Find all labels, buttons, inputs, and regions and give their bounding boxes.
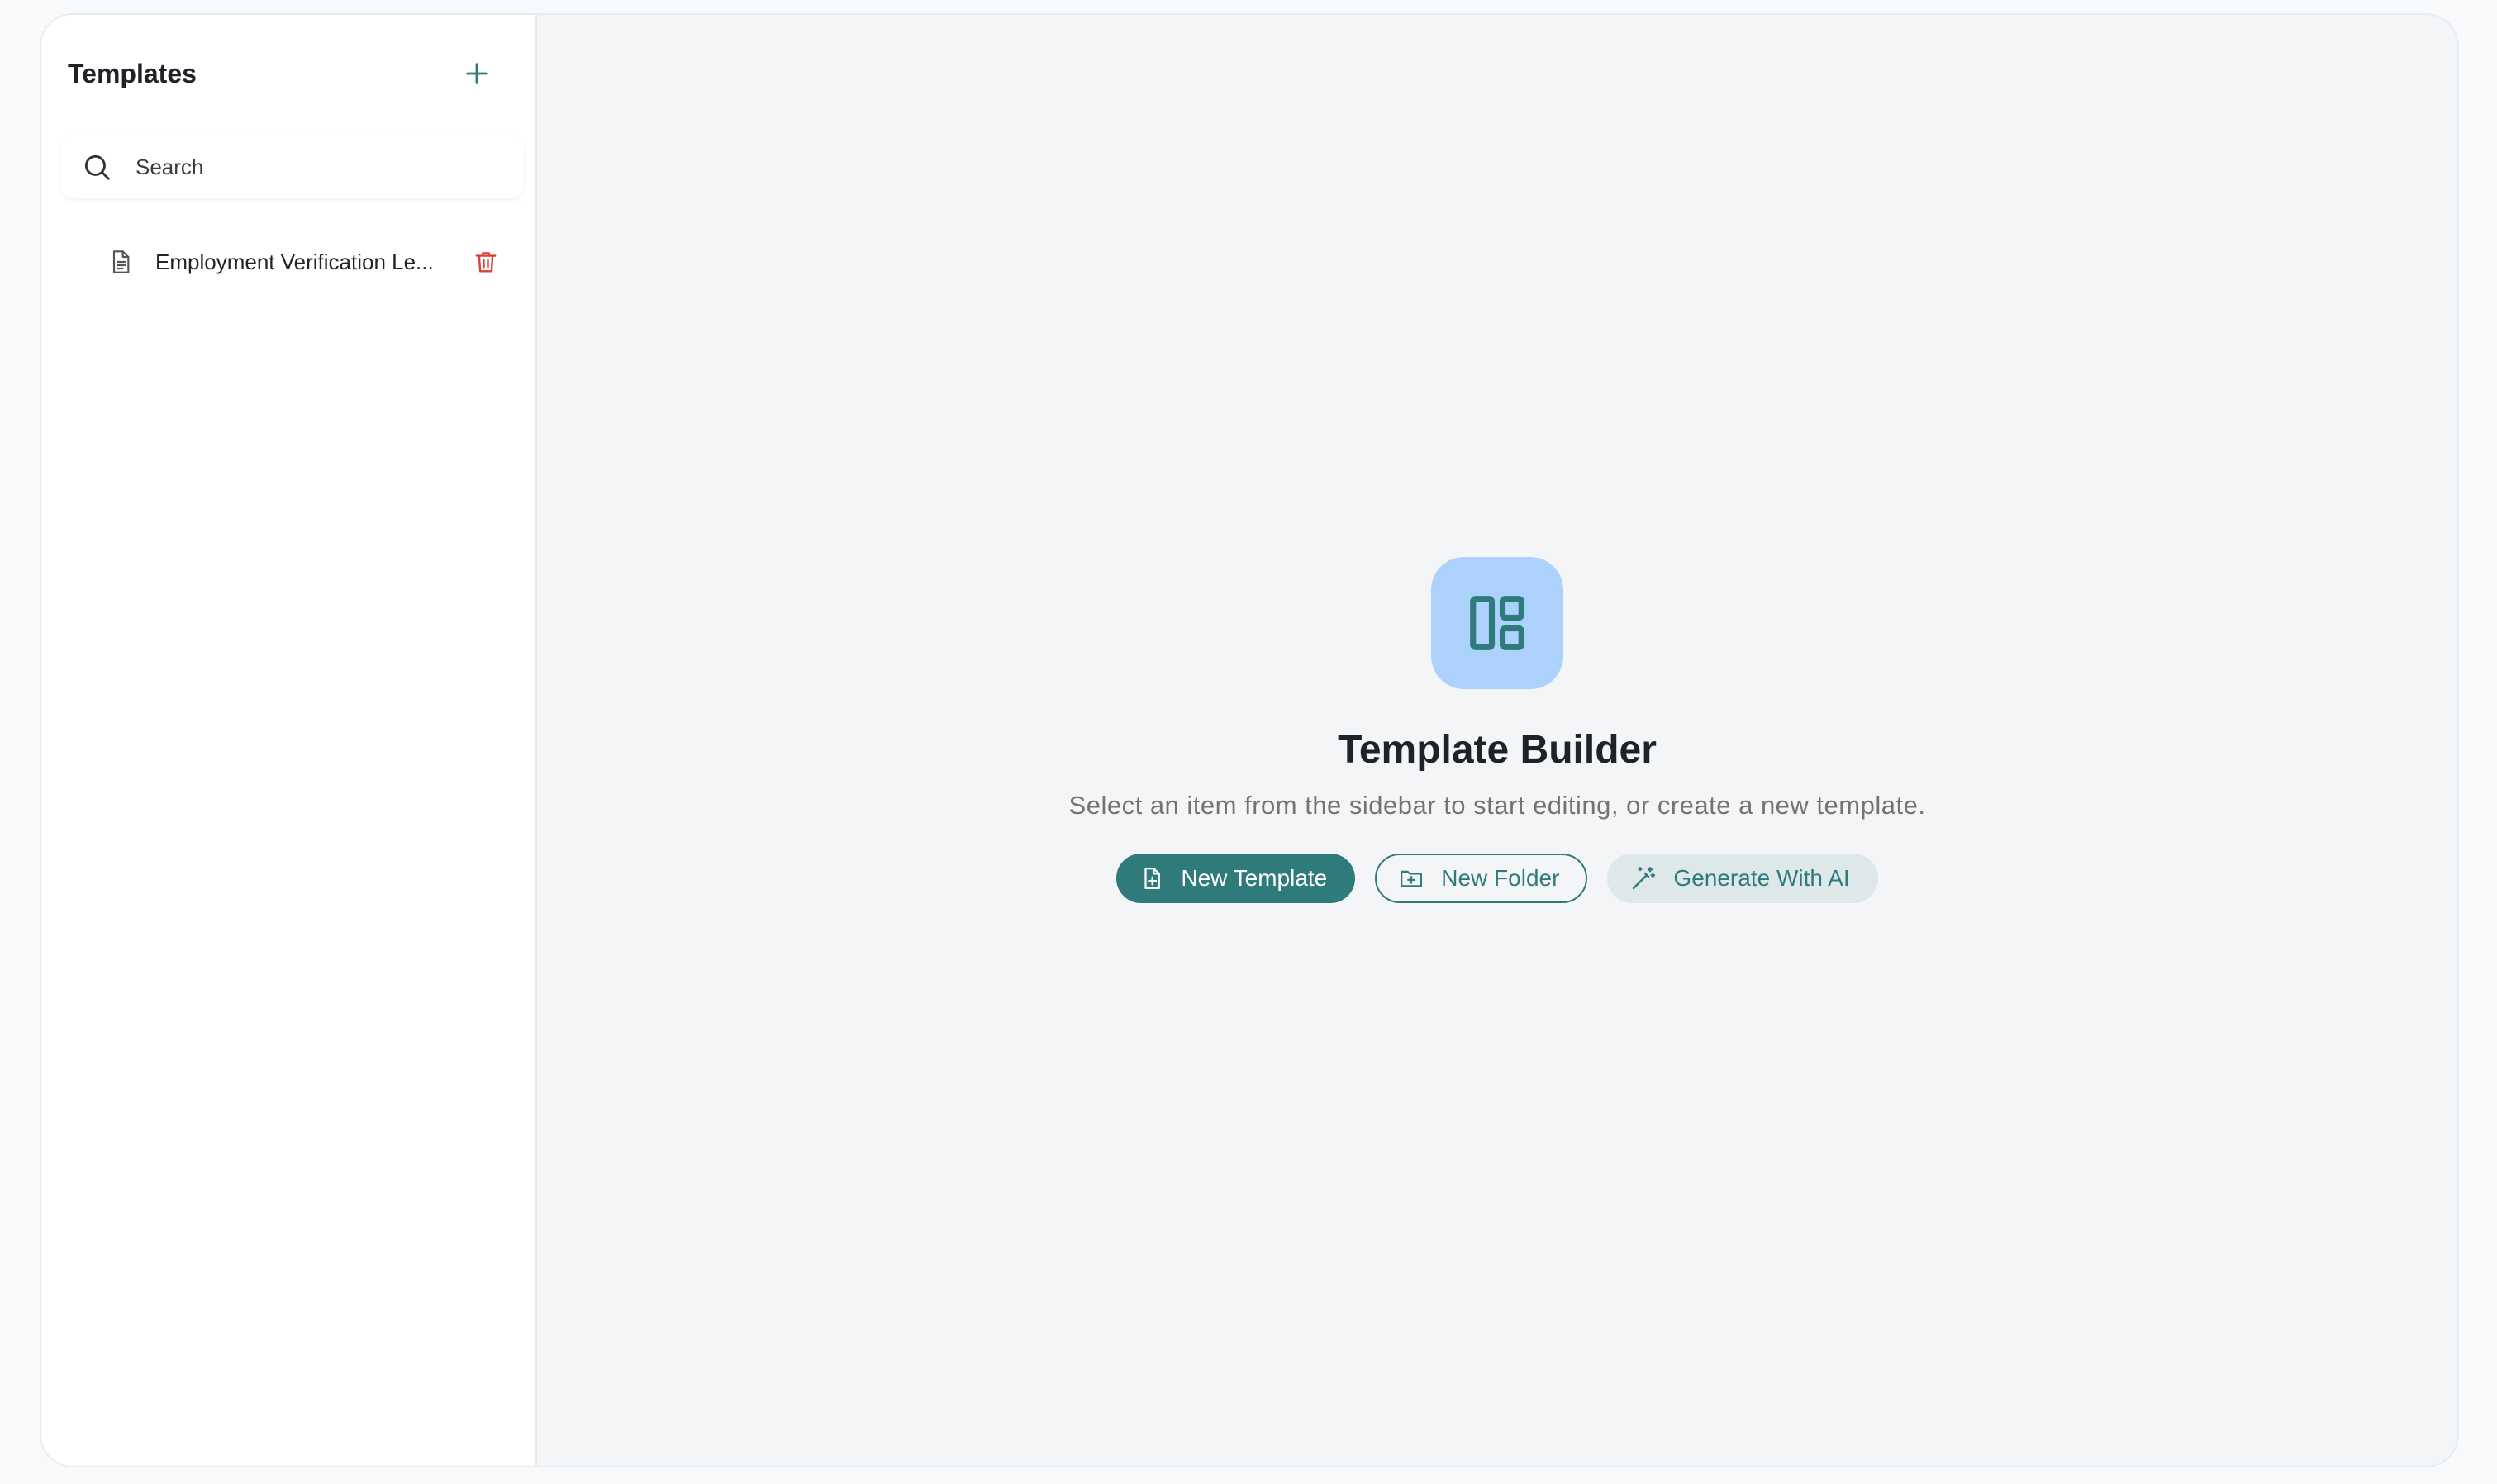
generate-with-ai-button[interactable]: Generate With AI xyxy=(1607,854,1878,903)
hero-icon-tile xyxy=(1431,557,1563,689)
page-subtitle: Select an item from the sidebar to start… xyxy=(1068,791,1926,820)
sidebar-title: Templates xyxy=(68,58,197,88)
sidebar-header: Templates xyxy=(68,45,509,102)
add-template-button[interactable] xyxy=(451,48,502,99)
main-content: Template Builder Select an item from the… xyxy=(537,15,2457,1466)
page-title: Template Builder xyxy=(1338,728,1657,772)
sidebar: Templates Employment xyxy=(41,15,537,1466)
delete-template-button[interactable] xyxy=(468,244,504,280)
template-list-item[interactable]: Employment Verification Le... xyxy=(107,235,521,289)
empty-state: Template Builder Select an item from the… xyxy=(537,557,2457,903)
search-box xyxy=(61,136,524,198)
action-buttons: New Template New Folder Generate With AI xyxy=(1116,854,1878,903)
new-template-label: New Template xyxy=(1181,865,1328,891)
new-folder-label: New Folder xyxy=(1441,865,1560,891)
file-text-icon xyxy=(112,250,130,273)
plus-icon xyxy=(466,63,488,84)
trash-icon xyxy=(475,252,497,273)
file-plus-icon xyxy=(1139,866,1164,891)
search-icon xyxy=(84,155,110,180)
app-window: Templates Employment xyxy=(40,13,2459,1467)
folder-plus-icon xyxy=(1398,866,1424,891)
search-input[interactable] xyxy=(134,153,497,181)
generate-with-ai-label: Generate With AI xyxy=(1673,865,1850,891)
template-item-label: Employment Verification Le... xyxy=(155,249,434,274)
new-folder-button[interactable]: New Folder xyxy=(1375,854,1588,903)
magic-wand-icon xyxy=(1630,865,1657,892)
layout-icon xyxy=(1470,596,1524,650)
new-template-button[interactable]: New Template xyxy=(1116,854,1356,903)
